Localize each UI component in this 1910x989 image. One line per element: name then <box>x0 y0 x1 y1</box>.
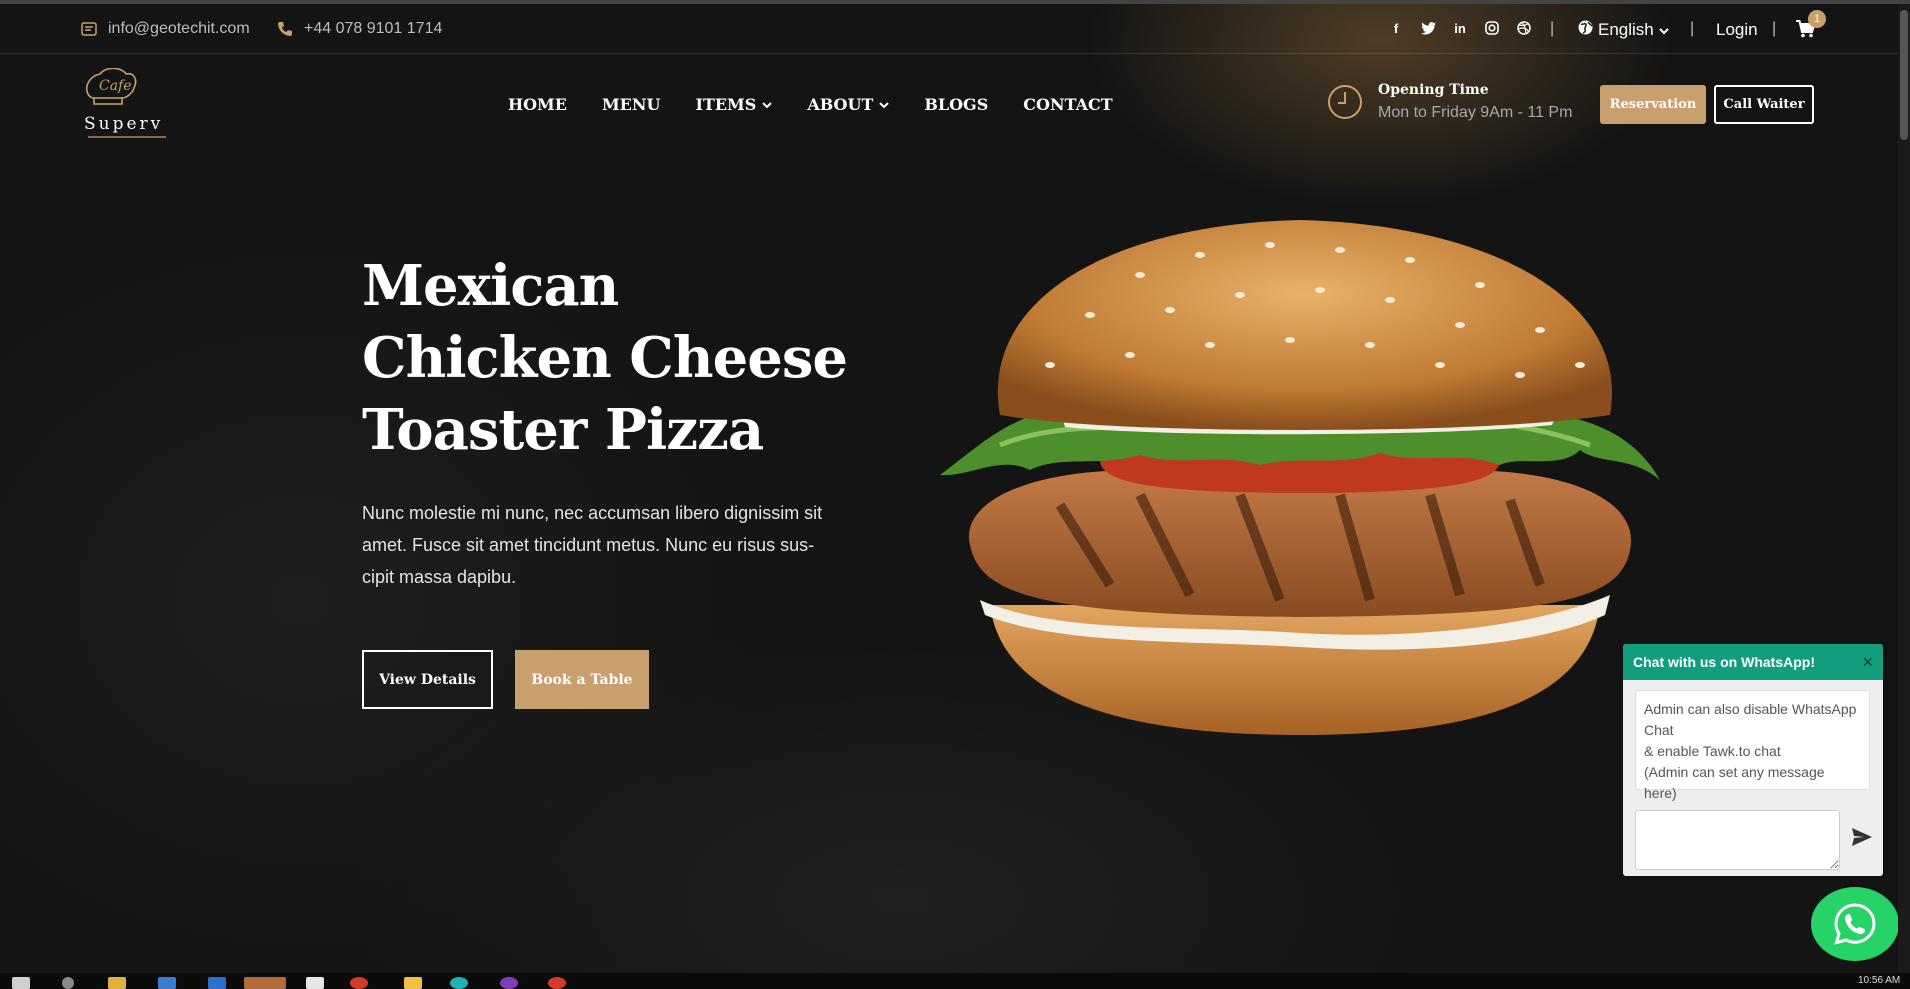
book-table-button[interactable]: Book a Table <box>515 650 649 709</box>
separator: | <box>1772 20 1777 37</box>
opening-time: Opening Time Mon to Friday 9Am - 11 Pm <box>1327 82 1572 122</box>
phone-icon <box>276 20 294 38</box>
chevron-down-icon <box>1659 20 1669 40</box>
nav-home[interactable]: HOME <box>508 95 567 114</box>
file-explorer-icon[interactable] <box>108 977 126 989</box>
email-text: info@geotechit.com <box>108 20 250 37</box>
send-icon[interactable] <box>1851 827 1873 849</box>
whatsapp-message-line: & enable Tawk.to chat <box>1644 743 1781 759</box>
scrollbar-track[interactable] <box>1898 4 1910 973</box>
nav-label: CONTACT <box>1023 95 1113 114</box>
os-taskbar <box>0 973 1910 989</box>
window-top-border <box>0 0 1910 4</box>
logo-name: Superv <box>84 114 163 134</box>
opening-hours: Mon to Friday 9Am - 11 Pm <box>1378 104 1573 121</box>
nav-label: BLOGS <box>924 95 989 114</box>
whatsapp-message-line: (Admin can set any message here) <box>1644 764 1825 801</box>
chevron-down-icon <box>762 101 773 108</box>
clock-icon <box>1328 85 1362 119</box>
app-icon[interactable] <box>404 977 422 989</box>
dribbble-icon[interactable] <box>1516 20 1532 36</box>
chevron-down-icon <box>879 101 890 108</box>
whatsapp-icon[interactable] <box>1811 887 1899 961</box>
phone-contact[interactable]: +44 078 9101 1714 <box>276 20 442 38</box>
app-icon[interactable] <box>548 977 566 989</box>
app-icon[interactable] <box>208 977 226 989</box>
active-app-icon[interactable] <box>244 977 286 989</box>
burger-image <box>940 220 1660 735</box>
nav-menu[interactable]: MENU <box>602 95 660 114</box>
taskbar-clock: 10:56 AM <box>1858 975 1901 986</box>
scrollbar-thumb[interactable] <box>1900 10 1908 140</box>
globe-icon <box>1578 20 1593 40</box>
page-background: info@geotechit.com +44 078 9101 1714 f i… <box>0 0 1910 973</box>
whatsapp-message: Admin can also disable WhatsApp Chat & e… <box>1635 690 1870 801</box>
nav-contact[interactable]: CONTACT <box>1023 95 1112 114</box>
whatsapp-chat-header: Chat with us on WhatsApp! × <box>1623 644 1883 680</box>
hero-title-line: Mexican <box>362 253 619 319</box>
hero-text-line: cipit massa dapibu. <box>362 567 517 587</box>
opening-title: Opening Time <box>1378 82 1489 98</box>
separator: | <box>1690 20 1695 37</box>
separator: | <box>1550 20 1555 37</box>
nav-about[interactable]: ABOUT <box>807 95 890 114</box>
view-details-button[interactable]: View Details <box>362 650 493 709</box>
twitter-icon[interactable] <box>1420 20 1436 36</box>
whatsapp-message-input[interactable] <box>1635 810 1840 870</box>
hero-text-line: amet. Fusce sit amet tincidunt metus. Nu… <box>362 535 815 555</box>
cafe-logo[interactable]: Cafe Superv <box>82 67 174 144</box>
close-icon[interactable]: × <box>1862 652 1873 673</box>
social-links: f in <box>1388 20 1532 36</box>
whatsapp-message-line: Admin can also disable WhatsApp Chat <box>1644 701 1857 738</box>
notepad-icon[interactable] <box>306 977 324 989</box>
store-icon[interactable] <box>158 977 176 989</box>
nav-items[interactable]: ITEMS <box>695 95 773 114</box>
app-icon[interactable] <box>450 977 468 989</box>
top-bar: info@geotechit.com +44 078 9101 1714 f i… <box>0 8 1910 54</box>
nav-label: ITEMS <box>695 95 757 114</box>
email-contact[interactable]: info@geotechit.com <box>80 20 250 38</box>
linkedin-icon[interactable]: in <box>1452 20 1468 36</box>
language-selector[interactable]: English <box>1578 20 1669 40</box>
nav-label: MENU <box>601 95 661 114</box>
facebook-icon[interactable]: f <box>1388 20 1404 36</box>
search-icon[interactable] <box>62 977 74 989</box>
nav-label: ABOUT <box>807 95 874 114</box>
hero-title: Mexican Chicken Cheese Toaster Pizza <box>362 250 882 466</box>
email-icon <box>80 20 98 38</box>
reservation-button[interactable]: Reservation <box>1600 85 1706 124</box>
call-waiter-button[interactable]: Call Waiter <box>1714 85 1814 124</box>
hero-title-line: Chicken Cheese <box>362 325 848 391</box>
cart-count-badge: 1 <box>1808 10 1826 28</box>
login-link[interactable]: Login <box>1716 20 1758 40</box>
phone-text: +44 078 9101 1714 <box>304 20 443 37</box>
hero-text-line: Nunc molestie mi nunc, nec accumsan libe… <box>362 503 823 523</box>
nav-label: HOME <box>508 95 567 114</box>
hero-title-line: Toaster Pizza <box>362 397 764 463</box>
nav-blogs[interactable]: BLOGS <box>924 95 988 114</box>
instagram-icon[interactable] <box>1484 20 1500 36</box>
app-icon[interactable] <box>500 977 518 989</box>
hero-description: Nunc molestie mi nunc, nec accumsan libe… <box>362 497 832 593</box>
whatsapp-chat-widget: Chat with us on WhatsApp! × Admin can al… <box>1623 644 1883 876</box>
start-icon[interactable] <box>12 977 30 989</box>
language-label: English <box>1598 20 1654 39</box>
logo-script: Cafe <box>99 78 132 94</box>
whatsapp-chat-title: Chat with us on WhatsApp! <box>1633 654 1815 670</box>
main-nav: HOME MENU ITEMS ABOUT BLOGS CONTACT <box>508 95 1113 114</box>
chrome-icon[interactable] <box>350 977 368 989</box>
